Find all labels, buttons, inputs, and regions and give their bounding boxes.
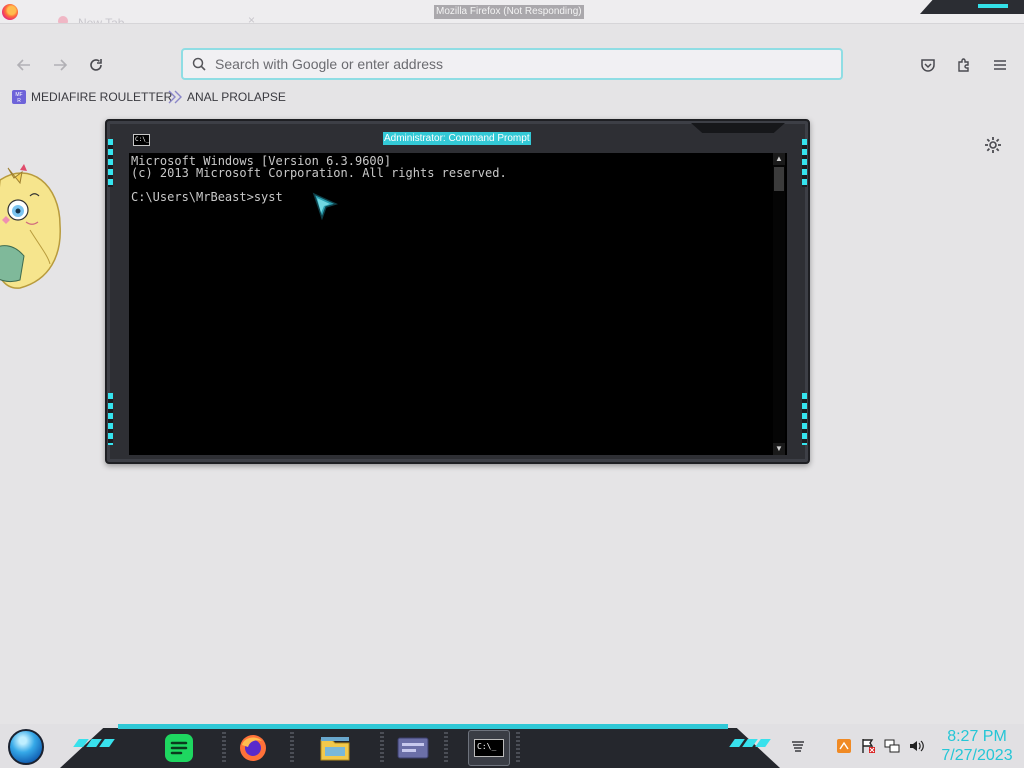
bookmark-anal-prolapse[interactable]: ANAL PROLAPSE (168, 90, 286, 104)
bookmark-folder-icon (168, 90, 182, 104)
navigation-toolbar (0, 43, 1024, 87)
console-area[interactable]: Microsoft Windows [Version 6.3.9600] (c) … (129, 153, 787, 455)
browser-title-bar: New Tab × Mozilla Firefox (Not Respondin… (0, 0, 1024, 24)
show-hidden-icons-icon[interactable] (790, 738, 806, 754)
taskbar-app-spotify[interactable] (158, 730, 200, 766)
system-tray (790, 734, 924, 758)
extensions-button[interactable] (951, 52, 977, 78)
taskbar-app-control-panel[interactable] (392, 730, 434, 766)
taskbar-decoration-left (73, 739, 115, 749)
search-icon (192, 57, 206, 71)
gear-icon (985, 137, 1001, 153)
command-prompt-window[interactable]: C:\_ Administrator: Command Prompt Micro… (105, 119, 810, 464)
taskbar-app-firefox[interactable] (232, 730, 274, 766)
frame-accent-left-top (108, 139, 113, 187)
console-line: (c) 2013 Microsoft Corporation. All righ… (131, 166, 507, 180)
bookmark-mediafire-rouletter[interactable]: MF R MEDIAFIRE ROULETTER (12, 90, 172, 104)
taskbar-separator (444, 732, 448, 762)
window-panel-icon (397, 737, 429, 759)
firefox-icon (240, 735, 266, 761)
address-bar[interactable] (181, 48, 843, 80)
bookmark-label: ANAL PROLAPSE (187, 90, 286, 104)
menu-button[interactable] (987, 52, 1013, 78)
action-center-flag-icon[interactable] (860, 738, 876, 754)
taskbar: C:\_ 8:27 PM 7/27/2023 (0, 724, 1024, 768)
cmd-window-title: Administrator: Command Prompt (383, 132, 531, 145)
pocket-icon (921, 59, 935, 72)
bookmark-label: MEDIAFIRE ROULETTER (31, 90, 173, 104)
tab-favicon-icon (58, 16, 68, 23)
console-prompt-line[interactable]: C:\Users\MrBeast>syst (131, 191, 766, 203)
window-controls-decoration (920, 0, 1024, 14)
clock-time: 8:27 PM (947, 728, 1007, 745)
taskbar-separator (290, 732, 294, 762)
cmd-icon: C:\_ (474, 739, 504, 757)
svg-text:R: R (17, 98, 21, 104)
back-button[interactable] (11, 52, 37, 78)
arrow-left-icon (16, 59, 30, 71)
tab-close-icon[interactable]: × (248, 13, 255, 23)
arrow-right-icon (54, 59, 68, 71)
taskbar-app-file-explorer[interactable] (314, 730, 356, 766)
volume-icon[interactable] (908, 738, 924, 754)
console-scrollbar[interactable]: ▲ ▼ (773, 153, 785, 455)
hamburger-menu-icon (994, 60, 1006, 70)
pocket-button[interactable] (915, 52, 941, 78)
frame-accent-right-top (802, 139, 807, 187)
clock-date: 7/27/2023 (941, 747, 1013, 764)
start-button[interactable] (8, 729, 44, 765)
console-output[interactable]: Microsoft Windows [Version 6.3.9600] (c) … (131, 155, 766, 203)
updates-icon[interactable] (836, 738, 852, 754)
tab-new-tab[interactable]: New Tab × (44, 10, 294, 24)
taskbar-decoration-right (729, 739, 771, 749)
window-title: Mozilla Firefox (Not Responding) (434, 5, 584, 19)
title-decoration (691, 123, 785, 133)
mouse-cursor-icon (312, 192, 338, 220)
frame-accent-left-bottom (108, 393, 113, 445)
taskbar-clock[interactable]: 8:27 PM 7/27/2023 (934, 727, 1020, 765)
search-input[interactable] (215, 54, 815, 74)
taskbar-separator (380, 732, 384, 762)
taskbar-accent (118, 724, 728, 729)
forward-button[interactable] (47, 52, 73, 78)
reload-icon (90, 59, 102, 71)
taskbar-app-command-prompt[interactable]: C:\_ (468, 730, 510, 766)
scroll-down-button[interactable]: ▼ (773, 443, 785, 455)
firefox-icon (2, 4, 18, 20)
cartoon-character-sticker (0, 164, 61, 289)
new-tab-settings-button[interactable] (983, 135, 1003, 155)
mediafire-icon: MFR (12, 90, 26, 104)
taskbar-separator (516, 732, 520, 762)
network-icon[interactable] (884, 738, 900, 754)
spotify-icon (165, 734, 193, 762)
bookmarks-toolbar: MF R MEDIAFIRE ROULETTER ANAL PROLAPSE (0, 87, 1024, 111)
scroll-up-button[interactable]: ▲ (773, 153, 785, 165)
tab-label: New Tab (78, 16, 125, 24)
cmd-icon: C:\_ (133, 134, 150, 146)
puzzle-icon (958, 58, 969, 72)
reload-button[interactable] (83, 52, 109, 78)
scroll-thumb[interactable] (774, 167, 784, 191)
taskbar-separator (222, 732, 226, 762)
folder-icon (320, 737, 350, 761)
frame-accent-right-bottom (802, 393, 807, 445)
